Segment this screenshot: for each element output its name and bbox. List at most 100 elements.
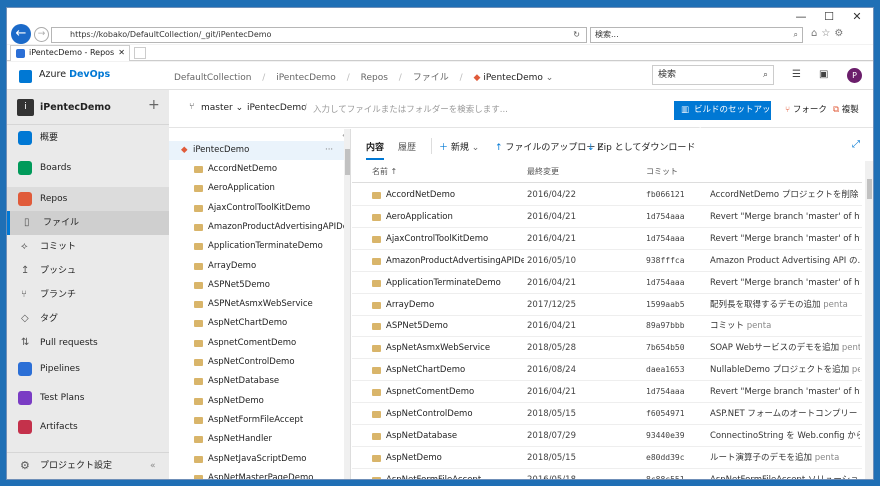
- refresh-icon[interactable]: ↻: [573, 28, 580, 42]
- table-row[interactable]: ApplicationTerminateDemo 2016/04/21 1d754a…: [352, 272, 862, 294]
- tab-close-icon[interactable]: ✕: [118, 46, 125, 60]
- tree-scroll-thumb[interactable]: [345, 149, 350, 175]
- commit-id[interactable]: 7b654b50: [646, 337, 716, 359]
- table-row[interactable]: AspNetChartDemo 2016/08/24 daea1653 Nullabl…: [352, 359, 862, 382]
- sidebar-item-boards[interactable]: Boards: [7, 156, 169, 180]
- breadcrumb-project[interactable]: iPentecDemo: [276, 73, 336, 83]
- file-name[interactable]: AspNetFormFileAccept: [386, 469, 524, 479]
- table-row[interactable]: AspNetDemo 2018/05/15 e80dd39c ルート演算子のデモを追加…: [352, 447, 862, 469]
- table-row[interactable]: AspnetComentDemo 2016/04/21 1d754aaa Revert…: [352, 381, 862, 404]
- new-tab-button[interactable]: [134, 47, 146, 59]
- table-row[interactable]: AmazonProductAdvertisingAPIDe... 2016/05/…: [352, 250, 862, 272]
- tree-root[interactable]: ◆ iPentecDemo ···: [169, 141, 344, 160]
- commit-id[interactable]: 89a97bbb: [646, 315, 716, 337]
- browser-tab[interactable]: iPentecDemo - Repos ✕: [10, 45, 130, 61]
- breadcrumb-repo[interactable]: iPentecDemo: [483, 73, 543, 83]
- tree-folder-item[interactable]: ArrayDemo: [169, 257, 344, 276]
- tree-folder-item[interactable]: AmazonProductAdvertisingAPIDe...: [169, 218, 344, 237]
- file-name[interactable]: AspNetDatabase: [386, 425, 524, 447]
- tree-folder-item[interactable]: AspNetChartDemo: [169, 314, 344, 333]
- table-row[interactable]: AspNetFormFileAccept 2016/05/18 8c88c551 As…: [352, 469, 862, 479]
- tree-folder-item[interactable]: AspNetHandler: [169, 430, 344, 449]
- table-row[interactable]: ArrayDemo 2017/12/25 1599aab5 配列長を取得するデモの追加…: [352, 294, 862, 316]
- project-name[interactable]: iPentecDemo: [40, 102, 111, 113]
- forward-icon[interactable]: →: [34, 27, 49, 42]
- sidebar-item-files[interactable]: ▯ ファイル: [7, 211, 169, 235]
- search-icon[interactable]: ⌕: [763, 66, 768, 84]
- azure-devops-logo-icon[interactable]: [19, 70, 32, 83]
- breadcrumb-collection[interactable]: DefaultCollection: [174, 73, 251, 83]
- table-row[interactable]: AspNetDatabase 2018/07/29 93440e39 Connecti…: [352, 425, 862, 447]
- sidebar-item-repos[interactable]: Repos: [7, 187, 169, 211]
- branch-selector[interactable]: master ⌄: [201, 103, 243, 113]
- add-icon[interactable]: +: [148, 97, 160, 113]
- browser-toolbar-icons[interactable]: ⌂☆⚙: [811, 28, 847, 39]
- commit-id[interactable]: 1599aab5: [646, 294, 716, 316]
- avatar[interactable]: P: [847, 68, 862, 83]
- maximize-icon[interactable]: ☐: [815, 10, 843, 24]
- table-row[interactable]: AspNetAsmxWebService 2018/05/28 7b654b50 SO…: [352, 337, 862, 360]
- new-button[interactable]: ＋ 新規 ⌄: [439, 140, 479, 153]
- tree-folder-item[interactable]: ASPNet5Demo: [169, 276, 344, 295]
- brand[interactable]: Azure DevOps: [39, 69, 110, 80]
- column-header-commit[interactable]: コミット: [646, 161, 678, 183]
- tree-folder-item[interactable]: AspNetDatabase: [169, 372, 344, 391]
- table-row[interactable]: AjaxControlToolKitDemo 2016/04/21 1d754aaa…: [352, 228, 862, 250]
- tree-folder-item[interactable]: AspNetControlDemo: [169, 353, 344, 372]
- commit-id[interactable]: 1d754aaa: [646, 381, 716, 403]
- commit-id[interactable]: 8c88c551: [646, 469, 716, 479]
- tree-folder-item[interactable]: AspNetMasterPageDemo: [169, 469, 344, 479]
- breadcrumb-repos[interactable]: Repos: [361, 73, 388, 83]
- file-name[interactable]: AspnetComentDemo: [386, 381, 524, 403]
- project-settings[interactable]: ⚙ プロジェクト設定 «: [7, 454, 169, 478]
- more-icon[interactable]: ···: [325, 141, 333, 160]
- commit-id[interactable]: 1d754aaa: [646, 272, 716, 294]
- tree-folder-item[interactable]: AjaxControlToolKitDemo: [169, 199, 344, 218]
- file-name[interactable]: ASPNet5Demo: [386, 315, 524, 337]
- sidebar-item-pushes[interactable]: ↥ プッシュ: [7, 259, 169, 283]
- table-row[interactable]: ASPNet5Demo 2016/04/21 89a97bbb コミット penta: [352, 315, 862, 338]
- tree-folder-item[interactable]: ApplicationTerminateDemo: [169, 237, 344, 256]
- commit-id[interactable]: 93440e39: [646, 425, 716, 447]
- commit-id[interactable]: daea1653: [646, 359, 716, 381]
- sidebar-item-pipelines[interactable]: Pipelines: [7, 357, 169, 381]
- file-name[interactable]: ArrayDemo: [386, 294, 524, 316]
- sidebar-item-tags[interactable]: ◇ タグ: [7, 307, 169, 331]
- sidebar-item-commits[interactable]: ⟡ コミット: [7, 235, 169, 259]
- tab-contents[interactable]: 内容: [366, 140, 385, 160]
- tree-folder-item[interactable]: AspNetFormFileAccept: [169, 411, 344, 430]
- back-icon[interactable]: ←: [11, 24, 31, 44]
- tree-folder-item[interactable]: AeroApplication: [169, 179, 344, 198]
- file-name[interactable]: AjaxControlToolKitDemo: [386, 228, 524, 250]
- commit-id[interactable]: fb066121: [646, 184, 716, 206]
- sidebar-item-branches[interactable]: ⑂ ブランチ: [7, 283, 169, 307]
- file-name[interactable]: AspNetAsmxWebService: [386, 337, 524, 359]
- commit-id[interactable]: e80dd39c: [646, 447, 716, 469]
- tree-scrollbar[interactable]: [344, 129, 350, 479]
- clone-button[interactable]: ⧉ 複製: [833, 103, 859, 115]
- close-icon[interactable]: ✕: [843, 10, 871, 24]
- sidebar-item-test-plans[interactable]: Test Plans: [7, 386, 169, 410]
- chevron-down-icon[interactable]: ⌄: [546, 73, 554, 83]
- tree-folder-item[interactable]: AspnetComentDemo: [169, 334, 344, 353]
- file-name[interactable]: ApplicationTerminateDemo: [386, 272, 524, 294]
- tree-folder-item[interactable]: AspNetDemo: [169, 392, 344, 411]
- bag-icon[interactable]: ▣: [819, 69, 828, 80]
- content-scrollbar[interactable]: [865, 161, 873, 479]
- content-scroll-thumb[interactable]: [867, 179, 872, 199]
- search-icon[interactable]: ⌕: [794, 28, 798, 42]
- tab-history[interactable]: 履歴: [398, 140, 416, 153]
- address-bar[interactable]: https://kobako/DefaultCollection/_git/iP…: [51, 27, 587, 43]
- commit-id[interactable]: 938fffca: [646, 250, 716, 272]
- commit-id[interactable]: 1d754aaa: [646, 228, 716, 250]
- breadcrumb-files[interactable]: ファイル: [413, 73, 449, 83]
- table-row[interactable]: AeroApplication 2016/04/21 1d754aaa Revert …: [352, 206, 862, 228]
- table-row[interactable]: AccordNetDemo 2016/04/22 fb066121 AccordNet…: [352, 184, 862, 206]
- fork-button[interactable]: ⑂ フォーク: [785, 103, 827, 115]
- setup-build-button[interactable]: ▥ ビルドのセットアップ: [674, 101, 771, 134]
- collapse-icon[interactable]: «: [150, 454, 156, 478]
- tree-folder-item[interactable]: AccordNetDemo: [169, 160, 344, 179]
- file-name[interactable]: AmazonProductAdvertisingAPIDe...: [386, 250, 524, 272]
- sidebar-item-overview[interactable]: 概要: [7, 126, 169, 150]
- repo-path-root[interactable]: iPentecDemo: [247, 103, 307, 113]
